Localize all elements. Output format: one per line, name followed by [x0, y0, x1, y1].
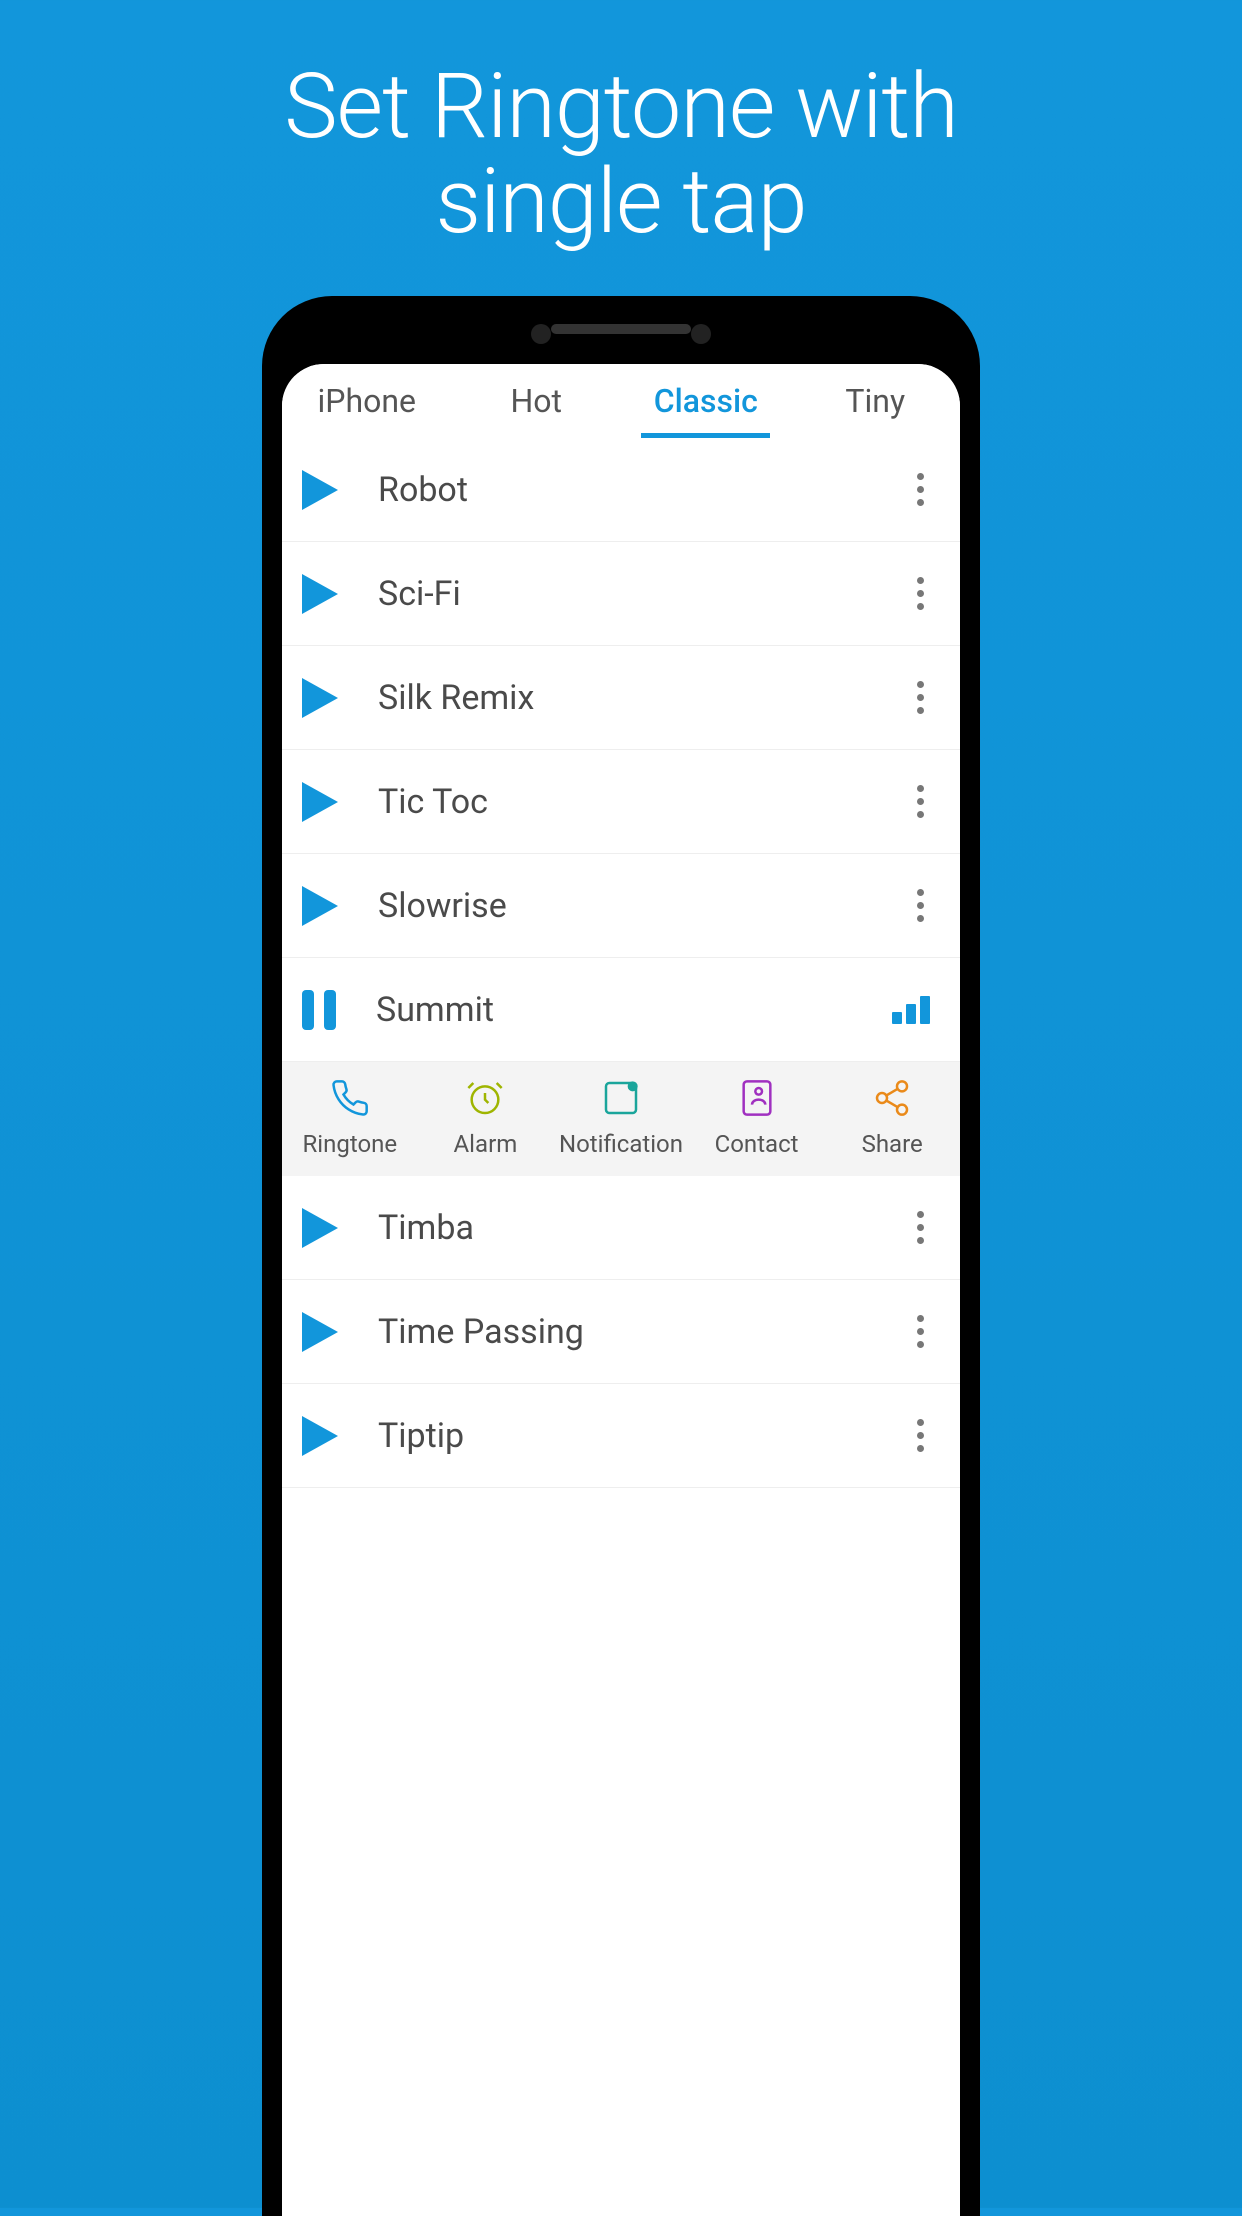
track-title: Tic Toc: [378, 782, 870, 822]
hero-line1: Set Ringtone with: [284, 54, 958, 159]
tab-hot[interactable]: Hot: [452, 364, 622, 438]
list-item[interactable]: Slowrise: [282, 854, 960, 958]
signal-icon: [892, 996, 930, 1024]
action-panel: Ringtone Alarm N: [282, 1062, 960, 1176]
play-icon[interactable]: [302, 886, 338, 926]
action-notification[interactable]: Notification: [553, 1076, 689, 1158]
tab-iphone[interactable]: iPhone: [282, 364, 452, 438]
list-item[interactable]: Time Passing: [282, 1280, 960, 1384]
play-icon[interactable]: [302, 782, 338, 822]
play-icon[interactable]: [302, 678, 338, 718]
track-title: Tiptip: [378, 1416, 870, 1456]
play-icon[interactable]: [302, 470, 338, 510]
contact-icon: [735, 1076, 779, 1120]
tab-classic[interactable]: Classic: [621, 364, 791, 438]
ringtone-list: Robot Sci-Fi Silk Remix: [282, 438, 960, 1488]
list-item[interactable]: Tic Toc: [282, 750, 960, 854]
more-icon[interactable]: [910, 1315, 930, 1348]
tab-tiny[interactable]: Tiny: [791, 364, 961, 438]
more-icon[interactable]: [910, 889, 930, 922]
more-icon[interactable]: [910, 1419, 930, 1452]
action-label: Contact: [715, 1130, 799, 1158]
list-item[interactable]: Silk Remix: [282, 646, 960, 750]
more-icon[interactable]: [910, 473, 930, 506]
notification-icon: [599, 1076, 643, 1120]
action-contact[interactable]: Contact: [689, 1076, 825, 1158]
phone-screen: iPhone Hot Classic Tiny Robot Sci-Fi: [282, 364, 960, 2216]
action-label: Ringtone: [302, 1130, 397, 1158]
action-label: Share: [862, 1130, 923, 1158]
list-item[interactable]: Robot: [282, 438, 960, 542]
phone-icon: [328, 1076, 372, 1120]
pause-icon[interactable]: [302, 990, 336, 1030]
phone-frame: iPhone Hot Classic Tiny Robot Sci-Fi: [262, 296, 980, 2216]
list-item[interactable]: Tiptip: [282, 1384, 960, 1488]
hero-line2: single tap: [435, 149, 806, 254]
action-label: Notification: [559, 1130, 683, 1158]
track-title: Robot: [378, 470, 870, 510]
track-title: Timba: [378, 1208, 870, 1248]
action-share[interactable]: Share: [824, 1076, 960, 1158]
track-title: Sci-Fi: [378, 574, 870, 614]
hero-title: Set Ringtone with single tap: [0, 60, 1242, 249]
category-tabs: iPhone Hot Classic Tiny: [282, 364, 960, 438]
play-icon[interactable]: [302, 1312, 338, 1352]
alarm-icon: [463, 1076, 507, 1120]
play-icon[interactable]: [302, 574, 338, 614]
list-item[interactable]: Timba: [282, 1176, 960, 1280]
action-ringtone[interactable]: Ringtone: [282, 1076, 418, 1158]
share-icon: [870, 1076, 914, 1120]
track-title: Time Passing: [378, 1312, 870, 1352]
track-title: Summit: [376, 990, 852, 1030]
play-icon[interactable]: [302, 1208, 338, 1248]
more-icon[interactable]: [910, 785, 930, 818]
action-alarm[interactable]: Alarm: [418, 1076, 554, 1158]
more-icon[interactable]: [910, 577, 930, 610]
more-icon[interactable]: [910, 681, 930, 714]
track-title: Silk Remix: [378, 678, 870, 718]
list-item[interactable]: Sci-Fi: [282, 542, 960, 646]
more-icon[interactable]: [910, 1211, 930, 1244]
phone-speaker: [551, 324, 691, 334]
action-label: Alarm: [454, 1130, 518, 1158]
play-icon[interactable]: [302, 1416, 338, 1456]
track-title: Slowrise: [378, 886, 870, 926]
list-item-playing[interactable]: Summit: [282, 958, 960, 1062]
